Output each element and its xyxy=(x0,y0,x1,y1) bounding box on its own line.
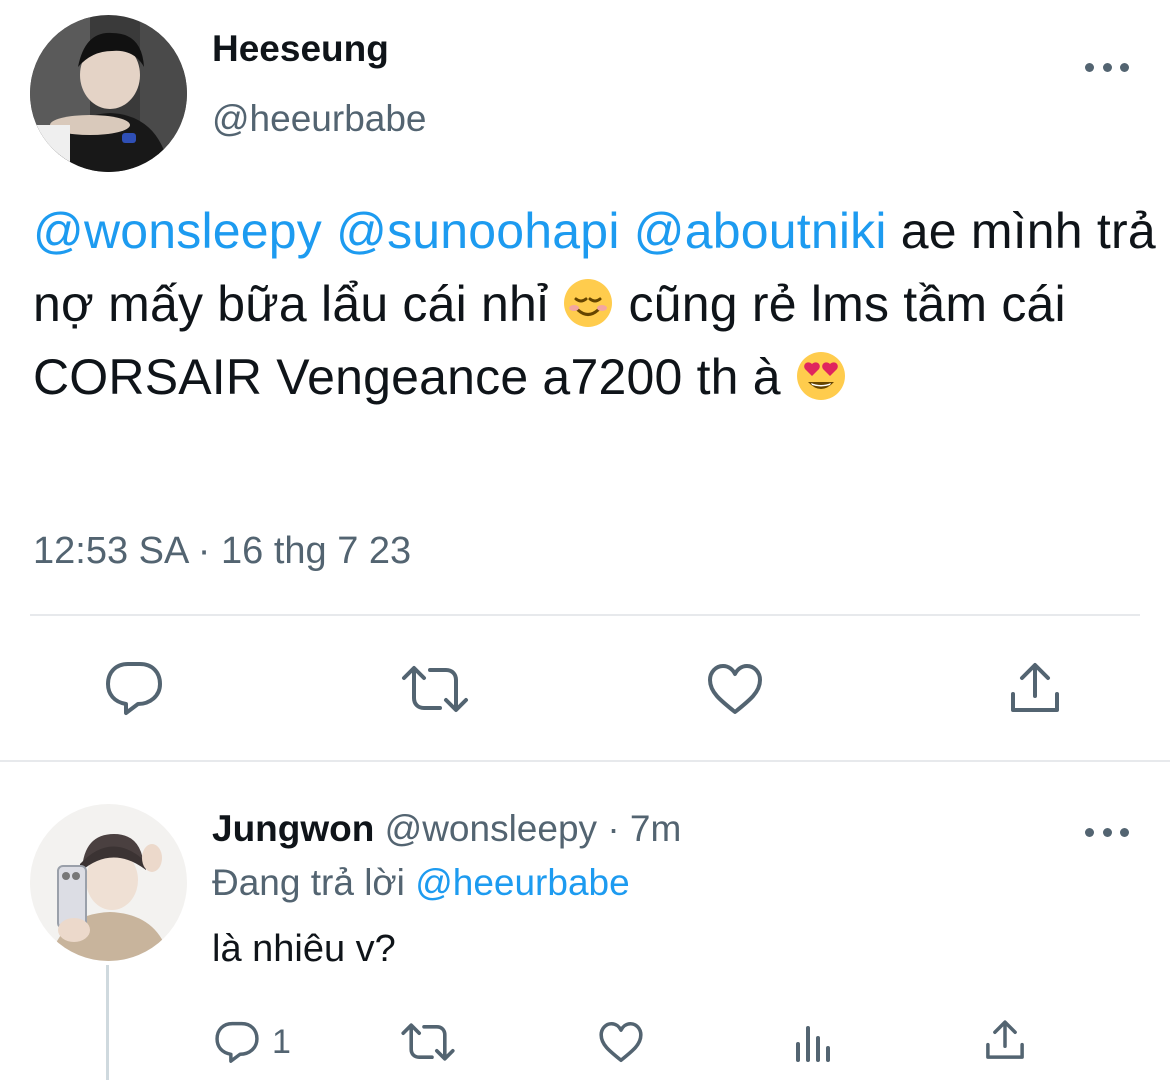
reply-count: 1 xyxy=(272,1022,291,1061)
replying-to: Đang trả lời @heeurbabe xyxy=(212,862,630,904)
like-button[interactable] xyxy=(598,1020,644,1064)
section-divider xyxy=(0,760,1170,762)
reply-author-avatar[interactable] xyxy=(30,804,187,961)
author-name[interactable]: Heeseung xyxy=(212,28,389,70)
like-icon xyxy=(708,664,762,714)
share-icon xyxy=(986,1020,1024,1059)
smiling-face-icon xyxy=(562,276,614,328)
share-icon xyxy=(1011,663,1059,712)
mention-link[interactable]: @sunoohapi xyxy=(336,203,620,259)
replying-to-handle[interactable]: @heeurbabe xyxy=(415,862,630,903)
share-button[interactable] xyxy=(1008,660,1062,716)
author-avatar[interactable] xyxy=(30,15,187,172)
retweet-button[interactable] xyxy=(400,1022,456,1062)
reply-header: Jungwon @wonsleepy · 7m xyxy=(212,808,681,850)
share-button[interactable] xyxy=(984,1018,1026,1062)
reply-button[interactable] xyxy=(104,660,164,716)
reply-icon xyxy=(215,1021,259,1063)
reply-text: là nhiêu v? xyxy=(212,928,396,970)
retweet-icon xyxy=(402,666,468,712)
mention-link[interactable]: @wonsleepy xyxy=(33,203,322,259)
reply-author-meta[interactable]: @wonsleepy · 7m xyxy=(374,808,682,849)
reply-icon xyxy=(106,662,162,715)
replying-prefix: Đang trả lời xyxy=(212,862,416,903)
tweet-timestamp[interactable]: 12:53 SA · 16 thg 7 23 xyxy=(33,530,411,573)
reply-author-name[interactable]: Jungwon xyxy=(212,808,374,849)
author-handle[interactable]: @heeurbabe xyxy=(212,98,427,140)
analytics-icon xyxy=(796,1026,830,1062)
mention-link[interactable]: @aboutniki xyxy=(634,203,887,259)
retweet-button[interactable] xyxy=(400,664,470,714)
like-icon xyxy=(599,1021,643,1063)
like-button[interactable] xyxy=(706,662,764,716)
more-options-icon[interactable] xyxy=(1085,57,1129,77)
more-options-icon[interactable] xyxy=(1085,822,1129,842)
analytics-button[interactable] xyxy=(794,1022,834,1062)
thread-connector xyxy=(106,965,109,1080)
reply-button[interactable]: 1 xyxy=(214,1020,291,1064)
tweet-text: @wonsleepy @sunoohapi @aboutniki ae mình… xyxy=(33,195,1163,414)
retweet-icon xyxy=(401,1023,455,1061)
heart-eyes-face-icon xyxy=(795,349,847,401)
divider xyxy=(30,614,1140,616)
